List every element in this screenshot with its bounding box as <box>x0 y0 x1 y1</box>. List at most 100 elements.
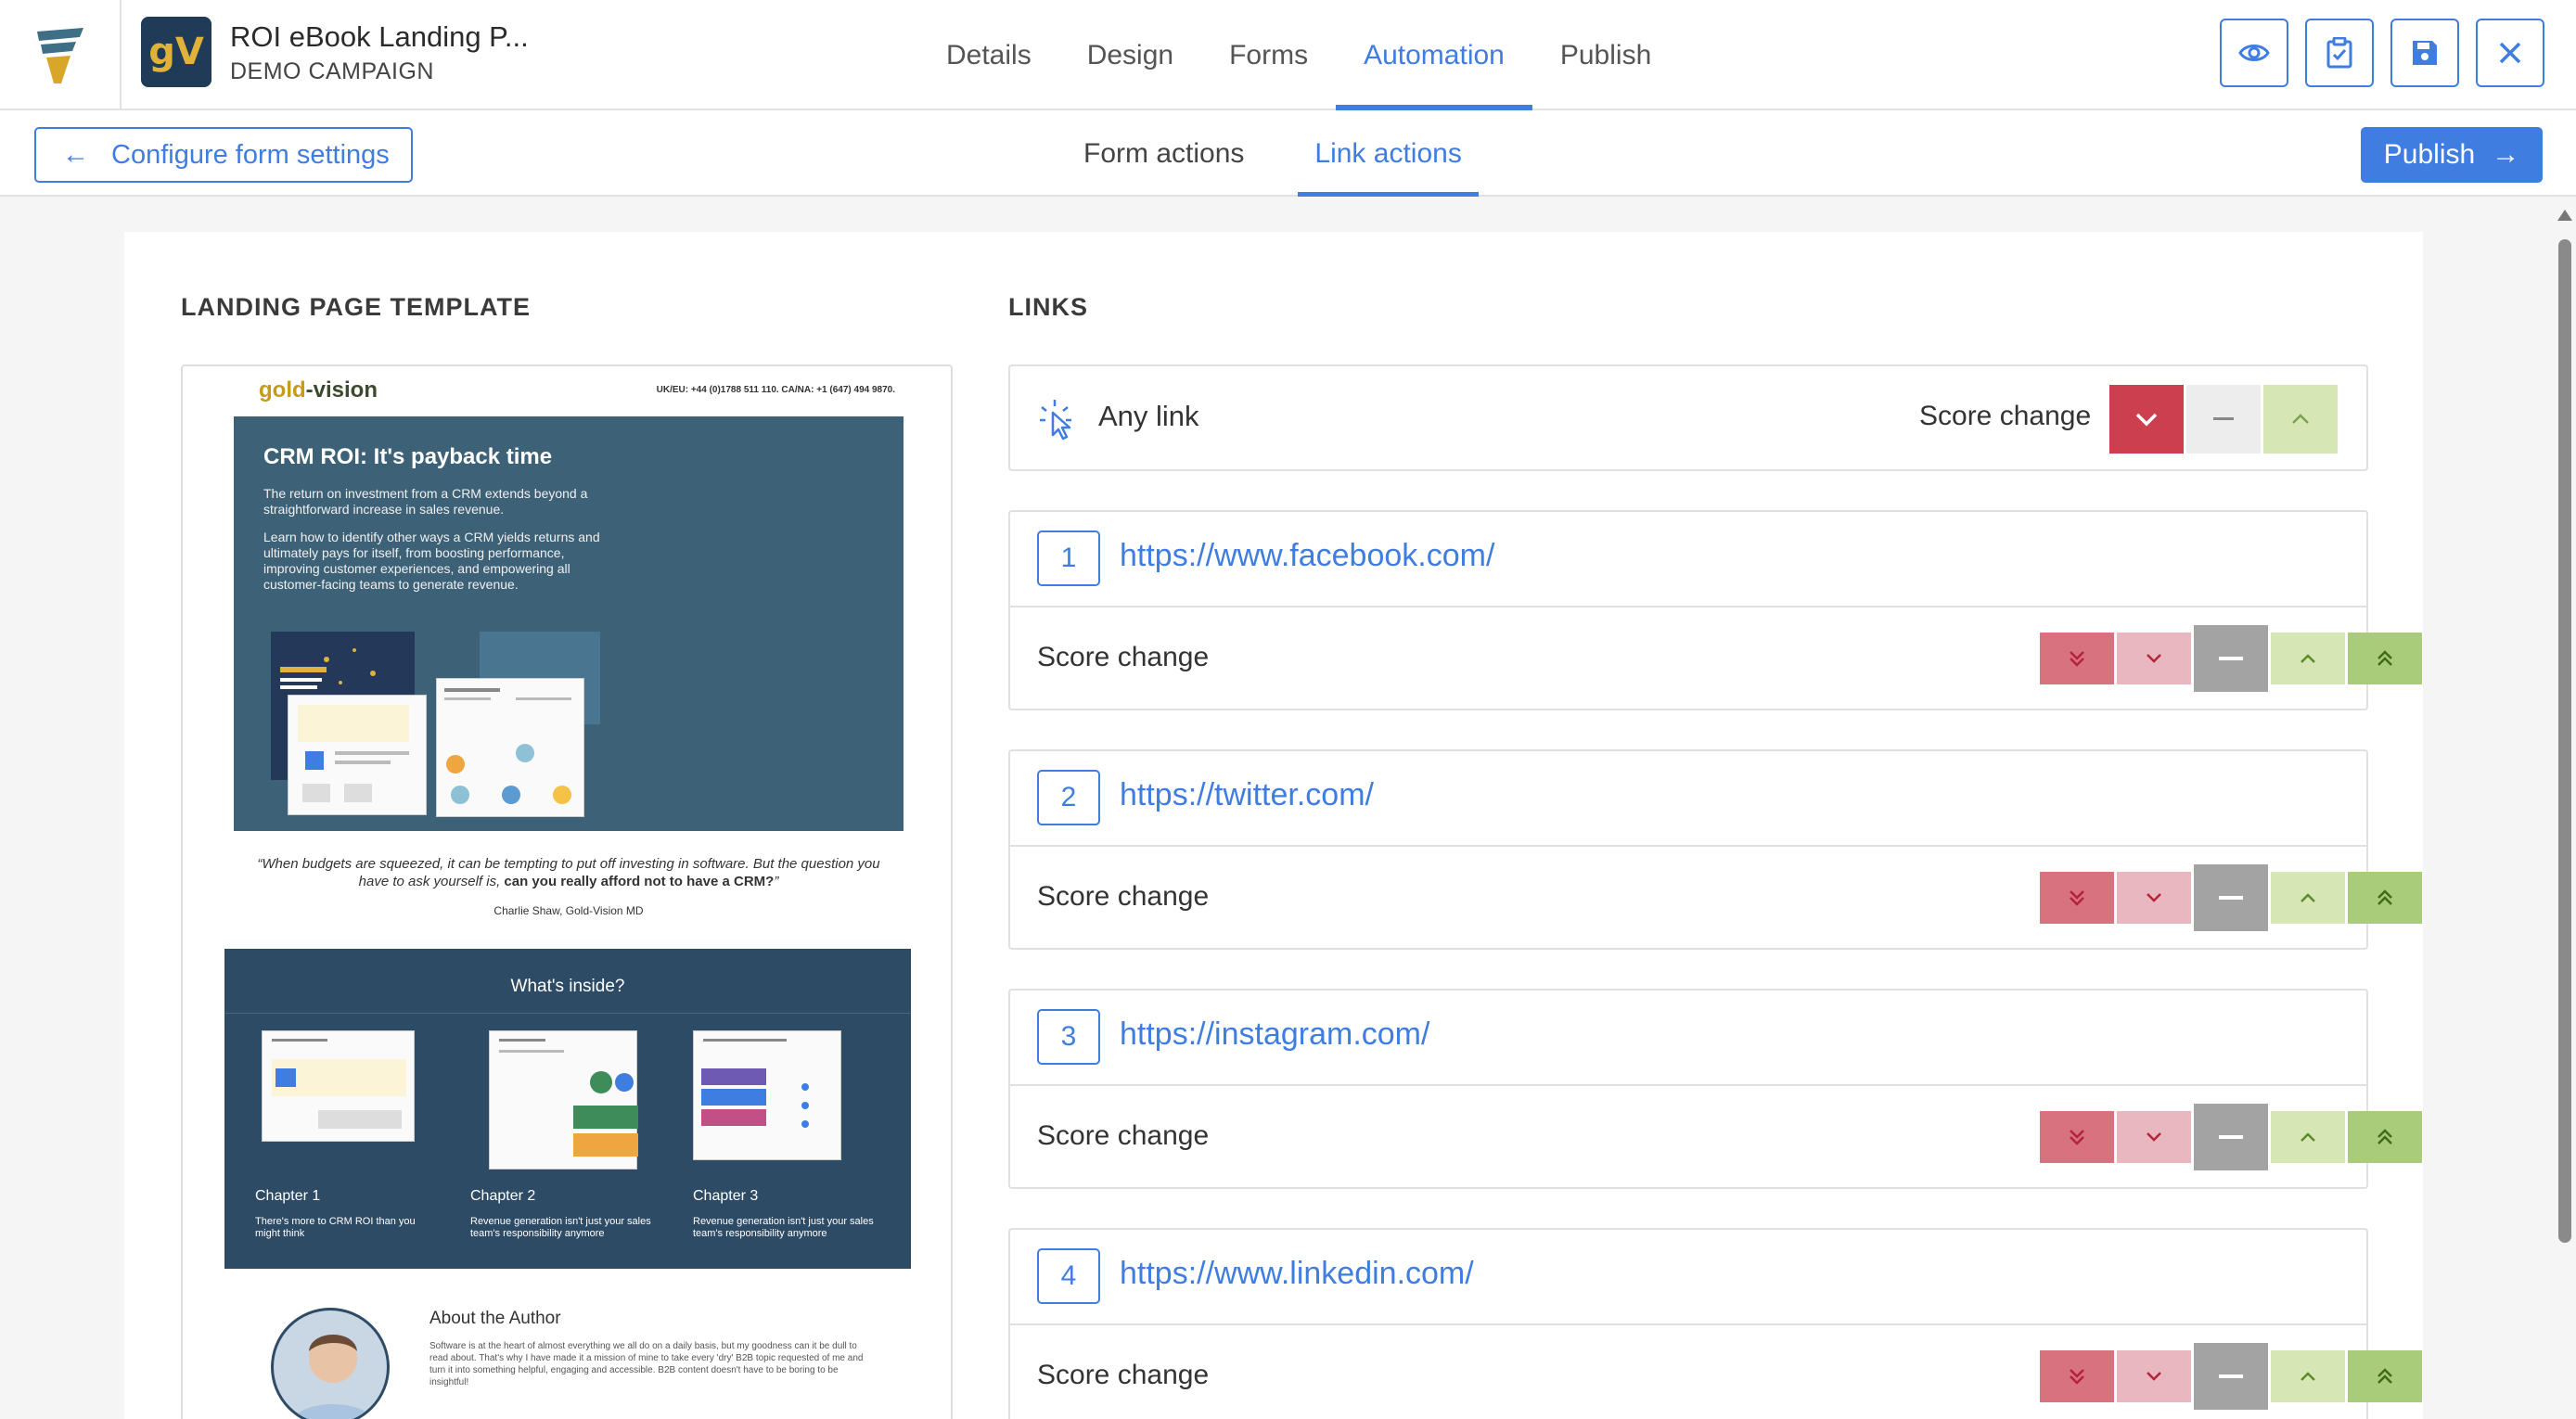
chapter-3-title: Chapter 3 <box>693 1188 759 1204</box>
score-change-label: Score change <box>1037 1120 1210 1151</box>
divider <box>1010 606 2366 607</box>
score-increase-button[interactable] <box>2263 385 2338 454</box>
score-decrease-button[interactable] <box>2117 633 2191 684</box>
double-chevron-up-icon <box>2377 650 2392 666</box>
arrow-right-icon: → <box>2492 139 2520 170</box>
clipboard-check-icon <box>2326 37 2352 69</box>
chevron-down-icon <box>2147 1372 2161 1381</box>
minus-icon <box>2219 896 2243 900</box>
tab-details[interactable]: Details <box>918 0 1059 110</box>
score-decrease-button[interactable] <box>2109 385 2184 454</box>
tab-publish[interactable]: Publish <box>1532 0 1679 110</box>
validate-button[interactable] <box>2305 19 2374 87</box>
link-url[interactable]: https://www.linkedin.com/ <box>1120 1256 1474 1292</box>
chevron-down-icon <box>2135 413 2158 427</box>
chapter-3-image <box>693 1030 841 1160</box>
link-url[interactable]: https://twitter.com/ <box>1120 777 1374 813</box>
link-row: 2 https://twitter.com/Score change <box>1008 749 2422 950</box>
score-neutral-button[interactable] <box>2194 625 2268 692</box>
minus-icon <box>2219 1135 2243 1139</box>
score-strong-increase-button[interactable] <box>2348 633 2422 684</box>
score-neutral-button[interactable] <box>2194 864 2268 931</box>
link-row: 3 https://instagram.com/Score change <box>1008 989 2422 1189</box>
score-change-label: Score change <box>1037 881 1210 912</box>
score-increase-button[interactable] <box>2271 1111 2345 1163</box>
score-decrease-button[interactable] <box>2117 1350 2191 1402</box>
preview-quote-author: Charlie Shaw, Gold-Vision MD <box>493 904 644 917</box>
score-neutral-button[interactable] <box>2194 1104 2268 1170</box>
divider <box>1010 845 2366 847</box>
score-strong-decrease-button[interactable] <box>2040 872 2114 924</box>
score-strong-decrease-button[interactable] <box>2040 1111 2114 1163</box>
eye-icon <box>2238 45 2270 61</box>
score-neutral-button[interactable] <box>2186 385 2261 454</box>
preview-hero-text: The return on investment from a CRM exte… <box>263 486 588 517</box>
double-chevron-down-icon <box>2070 1369 2084 1385</box>
tab-forms[interactable]: Forms <box>1201 0 1336 110</box>
author-photo <box>271 1308 390 1419</box>
about-author-title: About the Author <box>429 1309 561 1328</box>
score-strong-increase-button[interactable] <box>2348 1111 2422 1163</box>
chevron-up-icon <box>2300 1372 2315 1381</box>
score-strong-increase-button[interactable] <box>2348 1350 2422 1402</box>
any-link-label: Any link <box>1098 400 1199 432</box>
main-nav: Details Design Forms Automation Publish <box>918 0 1679 110</box>
links-section-title: LINKS <box>1008 293 1088 321</box>
divider <box>1010 1084 2366 1086</box>
preview-quote: “When budgets are squeezed, it can be te… <box>257 856 880 889</box>
template-section-title: LANDING PAGE TEMPLATE <box>181 293 531 321</box>
score-increase-button[interactable] <box>2271 872 2345 924</box>
link-row: 4 https://www.linkedin.com/Score change <box>1008 1228 2422 1419</box>
chapter-2-desc: Revenue generation isn't just your sales… <box>470 1216 651 1239</box>
score-increase-button[interactable] <box>2271 1350 2345 1402</box>
close-icon <box>2499 42 2521 64</box>
landing-page-preview[interactable]: gold-vision UK/EU: +44 (0)1788 511 110. … <box>181 364 953 1419</box>
close-button[interactable] <box>2476 19 2544 87</box>
scroll-up-icon[interactable] <box>2557 210 2572 221</box>
chapter-1-title: Chapter 1 <box>255 1188 321 1204</box>
double-chevron-down-icon <box>2070 890 2084 906</box>
link-url[interactable]: https://instagram.com/ <box>1120 1016 1429 1053</box>
link-number-badge: 3 <box>1037 1009 1100 1065</box>
score-increase-button[interactable] <box>2271 633 2345 684</box>
action-tabs: Form actions Link actions <box>1067 110 1480 197</box>
publish-label: Publish <box>2383 139 2476 170</box>
preview-button[interactable] <box>2220 19 2288 87</box>
chapter-1-desc: There's more to CRM ROI than you might t… <box>255 1216 416 1239</box>
publish-button[interactable]: Publish → <box>2361 127 2543 183</box>
ebook-page-image-3 <box>436 678 584 817</box>
score-decrease-button[interactable] <box>2117 872 2191 924</box>
app-logo[interactable] <box>0 0 122 110</box>
preview-inside-title: What's inside? <box>510 977 625 996</box>
configure-form-settings-button[interactable]: ← Configure form settings <box>34 127 413 183</box>
minus-icon <box>2213 417 2234 420</box>
score-change-label: Score change <box>1037 1360 1210 1390</box>
save-button[interactable] <box>2390 19 2459 87</box>
top-bar: gV ROI eBook Landing P... DEMO CAMPAIGN … <box>0 0 2576 110</box>
score-change-label: Score change <box>1919 401 2092 431</box>
score-neutral-button[interactable] <box>2194 1343 2268 1410</box>
preview-contact: UK/EU: +44 (0)1788 511 110. CA/NA: +1 (6… <box>656 385 895 395</box>
tab-link-actions[interactable]: Link actions <box>1298 110 1480 197</box>
link-url[interactable]: https://www.facebook.com/ <box>1120 538 1494 574</box>
score-decrease-button[interactable] <box>2117 1111 2191 1163</box>
tab-automation[interactable]: Automation <box>1336 0 1532 110</box>
ebook-page-image-2 <box>288 695 427 815</box>
chevron-up-icon <box>2300 1132 2315 1142</box>
divider <box>224 1013 911 1014</box>
chapter-3-desc: Revenue generation isn't just your sales… <box>693 1216 874 1239</box>
chevron-down-icon <box>2147 893 2161 902</box>
campaign-title: ROI eBook Landing P... <box>230 20 529 53</box>
tab-form-actions[interactable]: Form actions <box>1067 110 1261 197</box>
score-strong-increase-button[interactable] <box>2348 872 2422 924</box>
chapter-2-title: Chapter 2 <box>470 1188 536 1204</box>
link-row: 1 https://www.facebook.com/Score change <box>1008 510 2422 710</box>
double-chevron-down-icon <box>2070 1130 2084 1145</box>
scroll-thumb[interactable] <box>2558 239 2571 1243</box>
tab-design[interactable]: Design <box>1059 0 1201 110</box>
score-strong-decrease-button[interactable] <box>2040 633 2114 684</box>
preview-hero-title: CRM ROI: It's payback time <box>263 444 553 469</box>
gold-vision-logo-icon <box>36 27 83 83</box>
score-strong-decrease-button[interactable] <box>2040 1350 2114 1402</box>
page-scrollbar[interactable] <box>2554 206 2576 1419</box>
